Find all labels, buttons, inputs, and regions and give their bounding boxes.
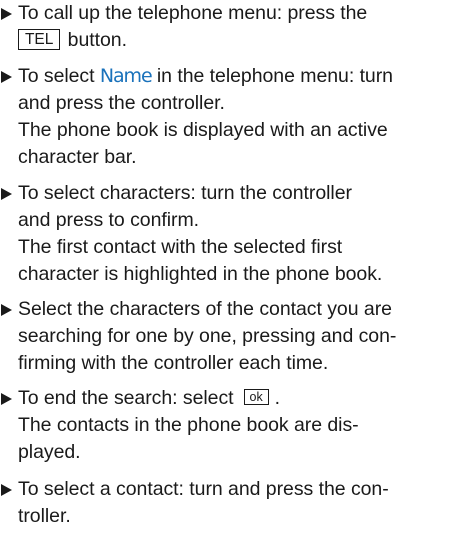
text-line: character bar. <box>18 144 137 171</box>
text-line: Select the characters of the contact you… <box>18 296 392 323</box>
text: troller. <box>18 505 71 527</box>
text-line: troller. <box>18 503 71 530</box>
text: To select characters: turn the controlle… <box>18 182 352 204</box>
text: Select the characters of the contact you… <box>18 298 392 320</box>
bullet-arrow-icon <box>1 71 12 83</box>
ok-key-icon: ok <box>243 389 269 405</box>
text-line: To select characters: turn the controlle… <box>18 180 352 207</box>
text-line: and press to confirm. <box>18 207 199 234</box>
text: character is highlighted in the phone bo… <box>18 263 383 285</box>
text: played. <box>18 441 81 463</box>
name-menu-label: Name <box>99 65 153 87</box>
text-line: To select Name in the telephone menu: tu… <box>18 63 393 90</box>
text-line: TEL button. <box>18 27 127 54</box>
text-line: To select a contact: turn and press the … <box>18 476 389 503</box>
text-line: The phone book is displayed with an acti… <box>18 117 388 144</box>
text-line: character is highlighted in the phone bo… <box>18 261 382 288</box>
text: To select <box>18 65 100 87</box>
text-line: played. <box>18 439 81 466</box>
text: character bar. <box>18 146 137 168</box>
text: button. <box>62 29 127 51</box>
text: and press the controller. <box>18 92 225 114</box>
text-line: searching for one by one, pressing and c… <box>18 323 396 350</box>
text: searching for one by one, pressing and c… <box>18 325 397 347</box>
bullet-arrow-icon <box>1 8 12 20</box>
bullet-arrow-icon <box>1 304 12 316</box>
text: To end the search: select <box>18 387 234 409</box>
text: firming with the controller each time. <box>18 352 329 374</box>
text-line: The contacts in the phone book are dis- <box>18 412 359 439</box>
text-line: firming with the controller each time. <box>18 350 328 377</box>
text-line: and press the controller. <box>18 90 225 117</box>
text-line: The first contact with the selected firs… <box>18 234 342 261</box>
text: To select a contact: turn and press the … <box>18 478 389 500</box>
text: The first contact with the selected firs… <box>18 236 343 258</box>
text: in the telephone menu: turn <box>151 65 393 87</box>
tel-key-icon: TEL <box>18 29 61 50</box>
instruction-document: To call up the telephone menu: press the… <box>0 0 466 552</box>
text: To call up the telephone menu: press the <box>18 2 368 24</box>
text: The contacts in the phone book are dis- <box>18 414 359 436</box>
text: The phone book is displayed with an acti… <box>18 119 388 141</box>
bullet-arrow-icon <box>1 393 12 405</box>
text: . <box>274 387 281 409</box>
text-line: To call up the telephone menu: press the <box>18 0 367 27</box>
bullet-arrow-icon <box>1 188 12 200</box>
text: and press to confirm. <box>18 209 200 231</box>
bullet-arrow-icon <box>1 484 12 496</box>
text-line: To end the search: select ok. <box>18 385 280 412</box>
